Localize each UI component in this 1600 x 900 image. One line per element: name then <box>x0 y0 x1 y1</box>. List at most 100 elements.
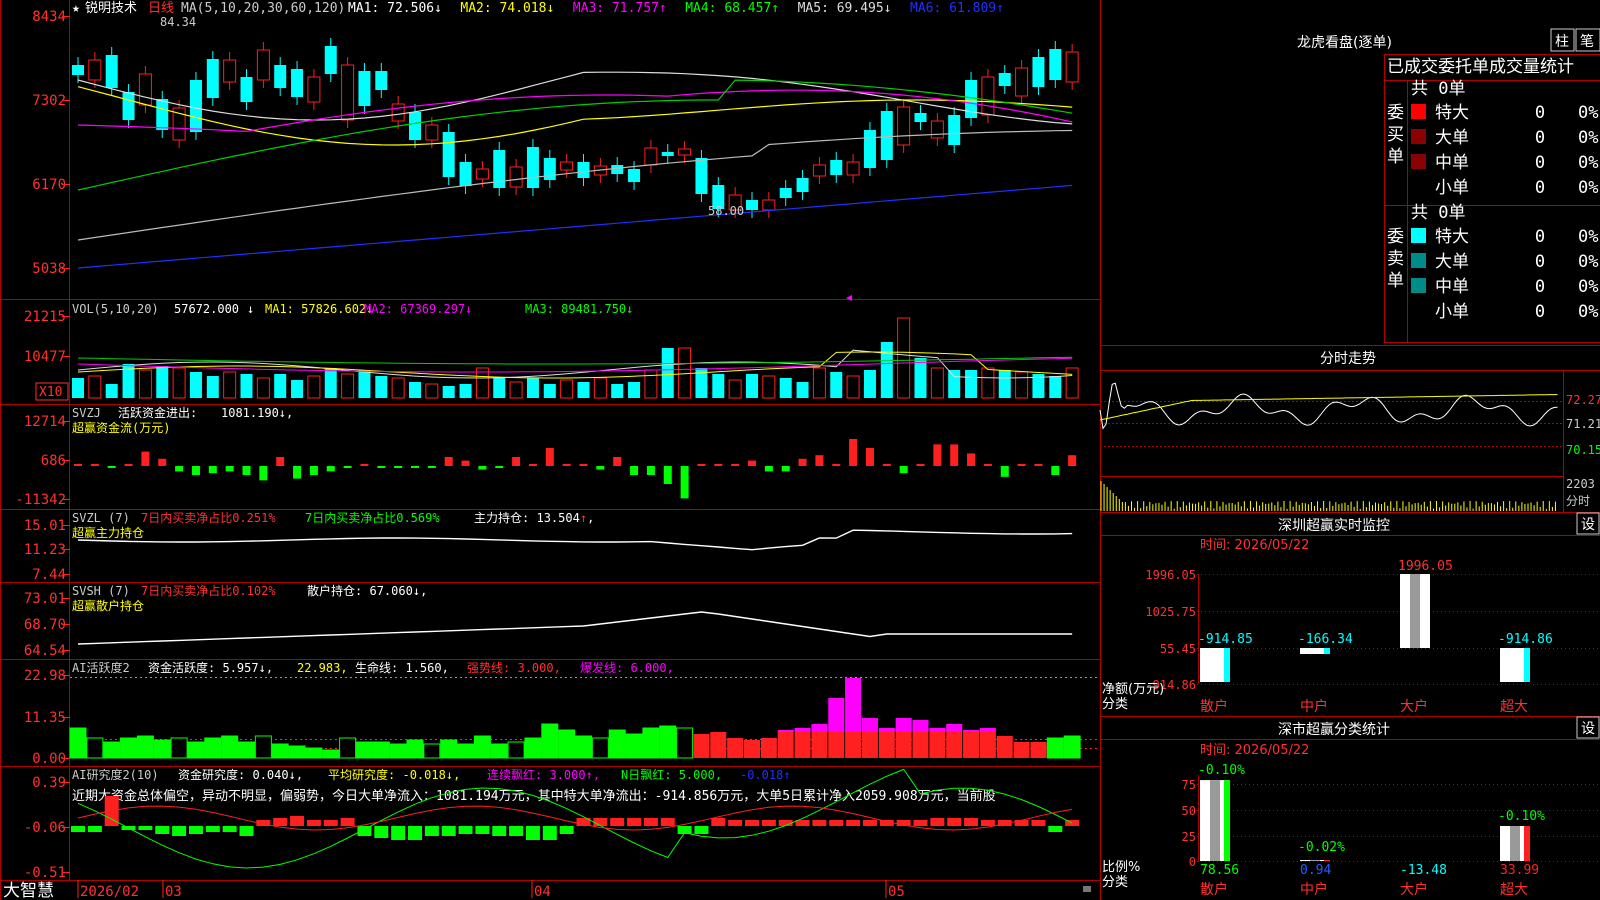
ai1-legend: AI活跃度2 资金活跃度: 5.957↓, 22.983, 生命线: 1.560… <box>72 660 674 675</box>
candle-52 <box>948 115 961 145</box>
vol-title: VOL(5,10,20) <box>72 302 159 316</box>
fenshi-label: 分时 <box>1566 494 1590 508</box>
svzj-bar-46 <box>849 439 858 466</box>
svzj-bar-14 <box>309 466 318 475</box>
ai2-y-axis: 0.39 -0.06 -0.51 <box>24 775 70 881</box>
ai1-bar-20 <box>406 739 424 759</box>
sz-bar-core-2 <box>1410 574 1420 648</box>
ai1-bar-22 <box>440 739 458 759</box>
sz-cat-2: 大户 <box>1400 698 1428 715</box>
candle-8 <box>206 59 219 98</box>
fenshi-title: 分时走势 <box>1320 351 1376 367</box>
vol-ma1: MA1: 57826.602↓ <box>265 302 373 316</box>
period-label[interactable]: 日线 <box>148 1 174 16</box>
ai1-bar-41 <box>760 738 777 758</box>
lhb-sell-swatch-0 <box>1411 228 1426 243</box>
high-label: 84.34 <box>160 15 196 29</box>
ai1-bar-42 <box>777 732 794 758</box>
svsh-title: SVSH (7) <box>72 584 130 598</box>
lhb-buy-row-count-0: 0 <box>1535 103 1545 123</box>
svzj-bar-26 <box>512 457 521 466</box>
sz-bar-label-2: 1996.05 <box>1398 559 1453 574</box>
fenshi-price-2: 71.21 <box>1566 417 1600 431</box>
candle-54 <box>981 76 995 116</box>
svsh-line <box>77 611 1073 645</box>
lock-icon[interactable] <box>1083 886 1091 892</box>
vol-bar-6 <box>172 367 186 399</box>
ai1-bar-56 <box>1013 742 1030 758</box>
ai2-bar-0 <box>71 826 85 832</box>
lhb-sell-side-char-2: 单 <box>1387 271 1404 291</box>
candlestick-series <box>72 38 1079 218</box>
svzj-bar-52 <box>950 444 959 466</box>
candle-28 <box>543 158 556 180</box>
sz-xlabel: 分类 <box>1102 697 1128 712</box>
ai2-bar-25 <box>492 826 507 836</box>
svzj-bar-9 <box>225 466 234 472</box>
vol-bar-5 <box>156 366 169 398</box>
vol-bar-2 <box>105 384 118 398</box>
ai2-bar-29 <box>559 826 574 834</box>
ai1-bar-4 <box>136 735 154 759</box>
ai2-bar-26 <box>509 826 524 836</box>
ai1-bar-1 <box>86 737 104 759</box>
candle-30 <box>577 162 590 178</box>
lhb-sell-row-count-3: 0 <box>1535 302 1545 322</box>
candle-42 <box>779 188 792 198</box>
vol-bar-10 <box>240 374 253 398</box>
star-icon[interactable]: ★ <box>72 1 80 16</box>
candle-18 <box>375 71 388 90</box>
ai1-top-51 <box>929 728 946 732</box>
ai2-bars <box>71 768 1080 869</box>
ai1-bars <box>69 677 1100 759</box>
svzj-bar-10 <box>242 466 251 475</box>
date-label-0: 2026/02 <box>80 884 139 900</box>
ai1-bar-48 <box>878 732 895 758</box>
vol-bar-35 <box>661 348 674 398</box>
lhb-buy-side-char-2: 单 <box>1387 147 1404 167</box>
svsh-y-label-1: 68.70 <box>24 617 66 633</box>
main-y-label-3: 5038 <box>32 261 66 277</box>
ai2-bar-7 <box>188 826 203 834</box>
candle-9 <box>223 59 237 83</box>
ss-cat-2: 大户 <box>1400 881 1428 898</box>
svzl-line <box>77 529 1073 551</box>
ai1-bar-38 <box>710 732 727 758</box>
ai1-bar-0 <box>69 727 87 759</box>
svsh-sub: 超赢散户持仓 <box>72 598 144 613</box>
fenshi-price-3: 70.15 <box>1566 443 1600 457</box>
ai1-bar-30 <box>575 735 592 759</box>
ai2-bar-51 <box>930 818 945 826</box>
ai1-top-46 <box>845 678 862 732</box>
vol-bar-40 <box>746 374 758 398</box>
candle-32 <box>611 165 624 174</box>
sz-bar-edge-3 <box>1524 648 1530 682</box>
vol-bar-30 <box>577 382 590 398</box>
svzl-y-label-1: 11.23 <box>24 542 66 558</box>
ai2-bar-52 <box>947 818 962 826</box>
vol-y-label-0: 21215 <box>24 309 66 325</box>
vol-bar-0 <box>72 378 84 398</box>
lhb-buy-side-char-1: 买 <box>1387 125 1404 145</box>
svzj-bar-33 <box>630 466 639 475</box>
svzj-bar-12 <box>276 457 285 466</box>
ai2-bar-54 <box>980 820 995 826</box>
ma-lines <box>77 71 1073 269</box>
ai1-bar-10 <box>238 741 255 759</box>
svzj-bar-32 <box>613 457 622 466</box>
sz-settings-label: 设 <box>1581 517 1595 533</box>
lhb-sell-row-count-2: 0 <box>1535 277 1545 297</box>
candle-58 <box>1049 49 1062 80</box>
ss-value-2: -13.48 <box>1400 863 1447 878</box>
svzj-bar-34 <box>646 466 655 475</box>
vol-bar-22 <box>442 386 455 398</box>
candle-1 <box>88 59 102 81</box>
svzj-bar-6 <box>175 466 184 472</box>
candle-19 <box>391 103 405 122</box>
ai1-bar-19 <box>389 743 407 759</box>
svzj-bar-37 <box>697 464 706 466</box>
ai1-bar-51 <box>929 732 946 758</box>
svsh-y-label-0: 73.01 <box>24 591 66 607</box>
svzl-t3: 主力持仓: 13.504↑, <box>474 510 594 525</box>
main-y-axis: 8434 7302 6170 5038 <box>32 9 70 277</box>
